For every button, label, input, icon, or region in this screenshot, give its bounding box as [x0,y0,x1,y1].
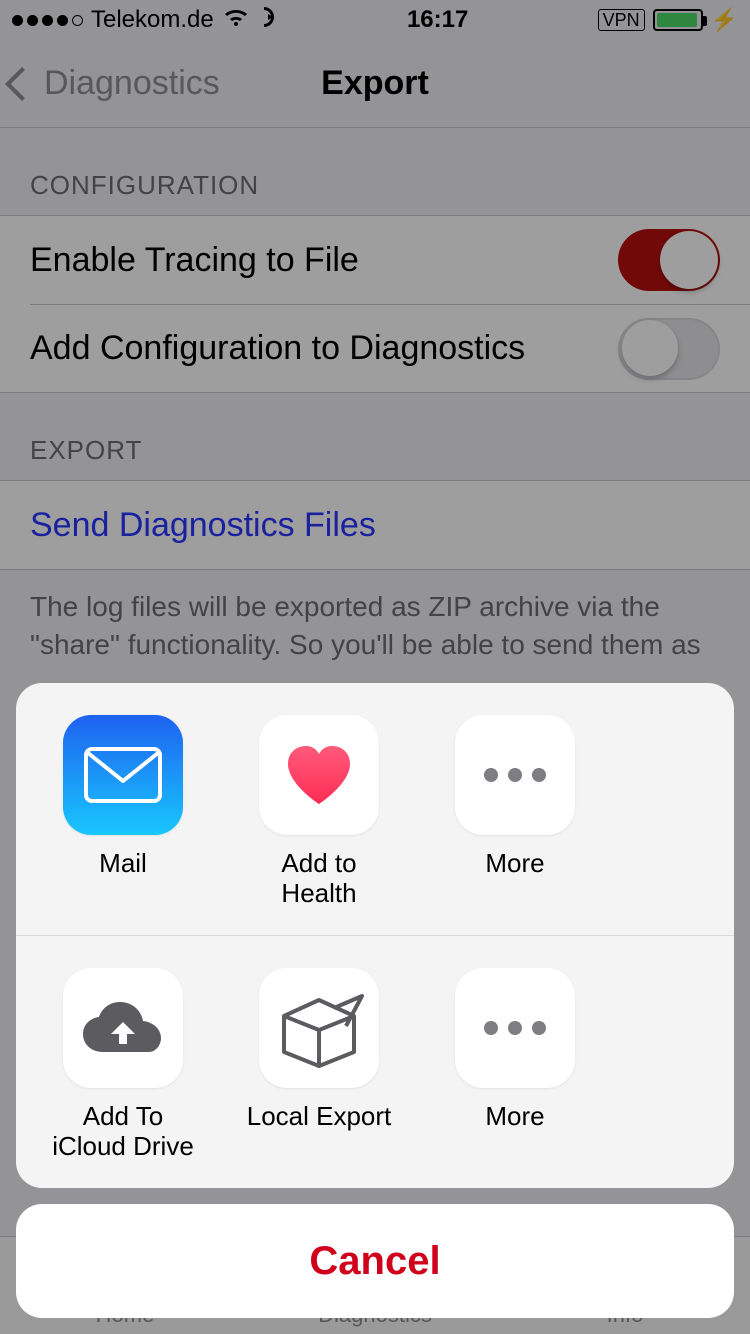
box-icon [259,968,379,1088]
share-more-actions[interactable]: More [440,968,590,1162]
cloud-upload-icon [63,968,183,1088]
share-row-actions: Add To iCloud Drive Local Export More [16,935,734,1188]
cancel-label: Cancel [309,1239,440,1284]
share-health[interactable]: Add to Health [244,715,394,909]
cancel-button[interactable]: Cancel [16,1204,734,1318]
share-icloud-label: Add To iCloud Drive [48,1102,198,1162]
share-sheet: Mail Add to Health More [16,683,734,1318]
mail-icon [63,715,183,835]
share-mail[interactable]: Mail [48,715,198,909]
share-row-apps: Mail Add to Health More [16,683,734,935]
more-icon [455,968,575,1088]
share-more-apps-label: More [485,849,544,879]
share-icloud[interactable]: Add To iCloud Drive [48,968,198,1162]
share-more-actions-label: More [485,1102,544,1132]
heart-icon [259,715,379,835]
more-icon [455,715,575,835]
share-local-label: Local Export [247,1102,392,1132]
share-local-export[interactable]: Local Export [244,968,394,1162]
share-more-apps[interactable]: More [440,715,590,909]
share-mail-label: Mail [99,849,147,879]
share-health-label: Add to Health [244,849,394,909]
